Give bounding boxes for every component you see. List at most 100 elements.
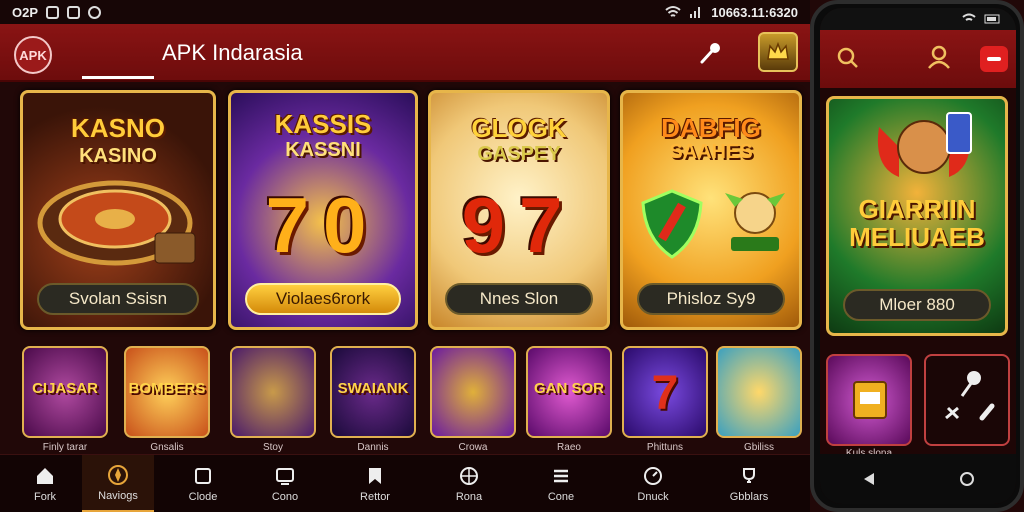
settings-icon <box>88 5 102 19</box>
bookmark-icon <box>364 465 386 487</box>
card-subtitle: GASPEY <box>477 143 561 165</box>
search-icon[interactable] <box>836 46 860 70</box>
phone-screen: GIARRIIN MELIUAEB Mloer 880 Kuls slona <box>820 8 1016 504</box>
nav-item-clode[interactable]: Clode <box>158 455 248 512</box>
card-subtitle: KASSNI <box>285 139 361 161</box>
bell-icon <box>987 57 1001 61</box>
nav-label: Rettor <box>360 491 390 503</box>
phone-game-card[interactable]: GIARRIIN MELIUAEB Mloer 880 <box>826 96 1008 336</box>
compass-icon <box>107 464 129 486</box>
play-button[interactable]: Nnes Slon <box>445 283 593 315</box>
nav-item-cono[interactable]: Cono <box>240 455 330 512</box>
tools-icon <box>945 371 995 421</box>
crown-icon <box>767 41 789 60</box>
mascot-icon <box>877 112 972 177</box>
nav-item-dnuck[interactable]: Dnuck <box>608 455 698 512</box>
nav-label: Clode <box>188 491 218 503</box>
game-tile[interactable] <box>230 346 316 438</box>
signal-icon <box>690 7 701 18</box>
tile-label: GAN SOR <box>533 380 604 397</box>
tile-caption: Finly tarar <box>42 442 88 453</box>
card-subtitle: KASINO <box>79 145 157 167</box>
game-card-glogk[interactable]: GLOGK GASPEY 97 Nnes Slon <box>428 90 610 330</box>
card-title: GLOGK <box>471 113 567 143</box>
card-digits: 70 <box>265 181 381 269</box>
tile-label: 7 <box>651 367 679 420</box>
phone-mockup: GIARRIIN MELIUAEB Mloer 880 Kuls slona <box>810 0 1024 512</box>
game-tile[interactable] <box>430 346 516 438</box>
card-digits: 97 <box>461 181 577 269</box>
app-logo[interactable]: APK <box>14 36 52 74</box>
tile-caption: Raeo <box>557 442 581 453</box>
play-button[interactable]: Mloer 880 <box>843 289 991 321</box>
nav-item-rettor[interactable]: Rettor <box>330 455 420 512</box>
game-card-kasino[interactable]: KASNO KASINO Svolan Ssisn <box>20 90 216 330</box>
bottom-nav: Fork Naviogs Clode Cono Rettor Rona Cone <box>0 454 810 512</box>
nav-label: Dnuck <box>637 491 669 503</box>
nav-label: Cone <box>547 491 575 503</box>
tile-label: BOMBERS <box>128 380 206 397</box>
app-title: APK Indarasia <box>162 40 303 65</box>
nav-label: Fork <box>34 491 56 503</box>
battery-icon <box>984 14 1000 24</box>
nav-item-cone[interactable]: Cone <box>516 455 606 512</box>
card-title: DABFIG <box>661 113 761 143</box>
play-button[interactable]: Svolan Ssisn <box>37 283 199 315</box>
game-tile[interactable] <box>826 354 912 446</box>
game-tile[interactable]: CIJASAR <box>22 346 108 438</box>
shield-emblem-icon <box>641 189 703 259</box>
game-tile[interactable]: GAN SOR <box>526 346 612 438</box>
nav-label: Gbblars <box>729 491 769 503</box>
game-tile[interactable] <box>716 346 802 438</box>
message-icon <box>67 5 81 19</box>
tile-caption: Phittuns <box>646 442 684 453</box>
game-card-dabfig[interactable]: DABFIG SAAHES Phisloz Sy9 <box>620 90 802 330</box>
tile-caption: Dannis <box>357 442 389 453</box>
game-tile[interactable]: SWAIANK <box>330 346 416 438</box>
wifi-icon <box>962 13 976 21</box>
nav-item-fork[interactable]: Fork <box>0 455 90 512</box>
tv-icon <box>274 465 296 487</box>
card-title: KASNO <box>71 113 165 143</box>
nav-item-rona[interactable]: Rona <box>424 455 514 512</box>
game-tile[interactable]: BOMBERS <box>124 346 210 438</box>
tile-caption: Gbiliss <box>743 442 774 453</box>
tile-caption: Stoy <box>262 442 283 453</box>
app-window: O2P 10663.11:6320 APK APK Indarasia KASN… <box>0 0 1024 512</box>
nav-label: Rona <box>455 491 483 503</box>
tile-label: CIJASAR <box>32 380 98 397</box>
card-title: KASSIS <box>274 109 372 139</box>
phone-header <box>820 30 1016 88</box>
tab-indicator <box>82 76 154 79</box>
play-button[interactable]: Violaes6rork <box>245 283 401 315</box>
card-title: GIARRIIN MELIUAEB <box>849 194 985 252</box>
mascot-icon <box>725 192 785 251</box>
tile-label: SWAIANK <box>337 380 409 397</box>
game-card-kassis[interactable]: KASSIS KASSNI 70 Violaes6rork <box>228 90 418 330</box>
play-button[interactable]: Phisloz Sy9 <box>637 283 785 315</box>
tile-caption: Crowa <box>458 442 488 453</box>
phone-system-nav <box>820 454 1016 504</box>
tile-caption: Gnsalis <box>150 442 184 453</box>
card-subtitle: SAAHES <box>669 141 753 163</box>
back-icon[interactable] <box>862 471 876 487</box>
nav-label: Naviogs <box>98 489 138 502</box>
menu-icon <box>550 465 572 487</box>
nav-item-naviogs[interactable]: Naviogs <box>82 455 154 512</box>
notification-icon <box>46 5 60 19</box>
avatar[interactable] <box>758 32 798 72</box>
home-circle-icon[interactable] <box>959 471 975 487</box>
trophy-icon <box>738 465 760 487</box>
user-icon[interactable] <box>926 44 952 70</box>
chip-icon <box>458 465 480 487</box>
gauge-icon <box>642 465 664 487</box>
nav-item-gbblars[interactable]: Gbblars <box>704 455 794 512</box>
slot-machine-icon <box>853 381 887 419</box>
microphone-icon[interactable] <box>698 40 724 66</box>
game-tile[interactable]: 7 <box>622 346 708 438</box>
status-bar: O2P 10663.11:6320 <box>0 0 810 24</box>
card-icon <box>192 465 214 487</box>
game-tile[interactable] <box>924 354 1010 446</box>
notification-button[interactable] <box>980 46 1008 72</box>
wifi-icon <box>665 6 681 17</box>
